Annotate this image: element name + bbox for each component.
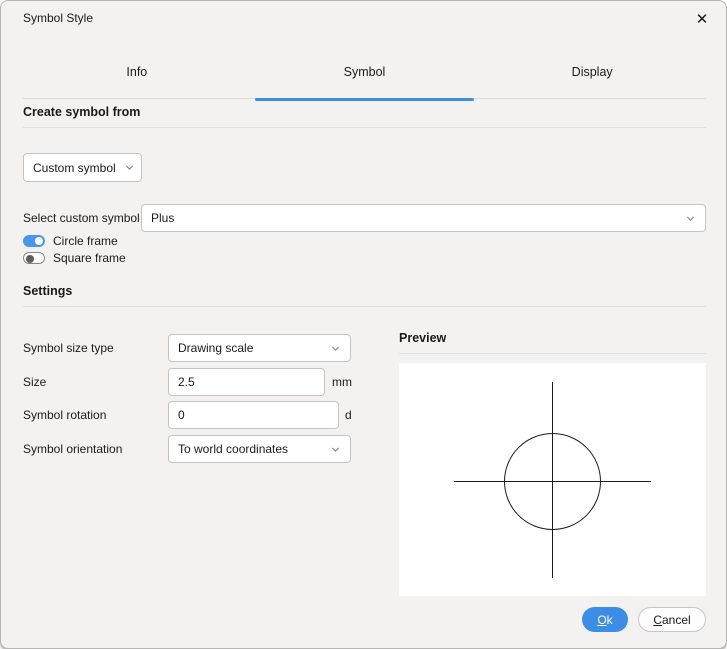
toggle-knob (26, 255, 34, 263)
select-custom-symbol-label: Select custom symbol (23, 204, 140, 232)
tab-info-label: Info (126, 65, 147, 98)
symbol-size-type-value: Drawing scale (178, 341, 253, 355)
circle-frame-row: Circle frame (23, 234, 118, 248)
create-symbol-from-heading: Create symbol from (23, 105, 706, 128)
tab-display-label: Display (572, 65, 613, 98)
square-frame-toggle[interactable] (23, 252, 45, 264)
symbol-orientation-label: Symbol orientation (23, 435, 122, 463)
symbol-preview-panel (399, 363, 706, 596)
tab-symbol[interactable]: Symbol (251, 60, 479, 98)
tab-bar: Info Symbol Display (23, 60, 706, 99)
square-frame-row: Square frame (23, 251, 126, 265)
close-icon[interactable]: ✕ (691, 8, 713, 30)
size-label: Size (23, 368, 46, 396)
square-frame-label: Square frame (53, 251, 126, 265)
symbol-source-select[interactable]: Custom symbol (23, 153, 142, 182)
symbol-rotation-label: Symbol rotation (23, 401, 106, 429)
chevron-down-icon (330, 444, 341, 455)
window-title: Symbol Style (23, 11, 93, 25)
plus-with-circle-frame-icon (399, 363, 706, 596)
symbol-size-type-select[interactable]: Drawing scale (168, 334, 351, 362)
circle-frame-toggle[interactable] (23, 235, 45, 247)
chevron-down-icon (330, 343, 341, 354)
symbol-rotation-input[interactable] (168, 401, 339, 429)
custom-symbol-value: Plus (151, 211, 174, 225)
chevron-down-icon (124, 162, 135, 173)
symbol-size-type-label: Symbol size type (23, 334, 114, 362)
tab-info[interactable]: Info (23, 60, 251, 98)
tab-symbol-label: Symbol (344, 65, 386, 98)
toggle-knob (35, 237, 43, 245)
rotation-unit-label: d (345, 401, 352, 429)
symbol-source-value: Custom symbol (33, 161, 116, 175)
cancel-button[interactable]: Cancel (638, 607, 706, 632)
ok-button[interactable]: Ok (582, 607, 628, 632)
circle-frame-label: Circle frame (53, 234, 118, 248)
settings-heading: Settings (23, 284, 706, 307)
cancel-button-label: Cancel (653, 613, 690, 627)
tab-display[interactable]: Display (478, 60, 706, 98)
size-input[interactable] (168, 368, 325, 396)
symbol-style-dialog: Symbol Style ✕ Info Symbol Display Creat… (0, 0, 727, 649)
chevron-down-icon (685, 213, 696, 224)
symbol-orientation-select[interactable]: To world coordinates (168, 435, 351, 463)
custom-symbol-select[interactable]: Plus (141, 204, 706, 232)
symbol-orientation-value: To world coordinates (178, 442, 288, 456)
ok-button-label: Ok (597, 613, 612, 627)
size-unit-label: mm (332, 368, 352, 396)
preview-heading: Preview (399, 331, 706, 354)
